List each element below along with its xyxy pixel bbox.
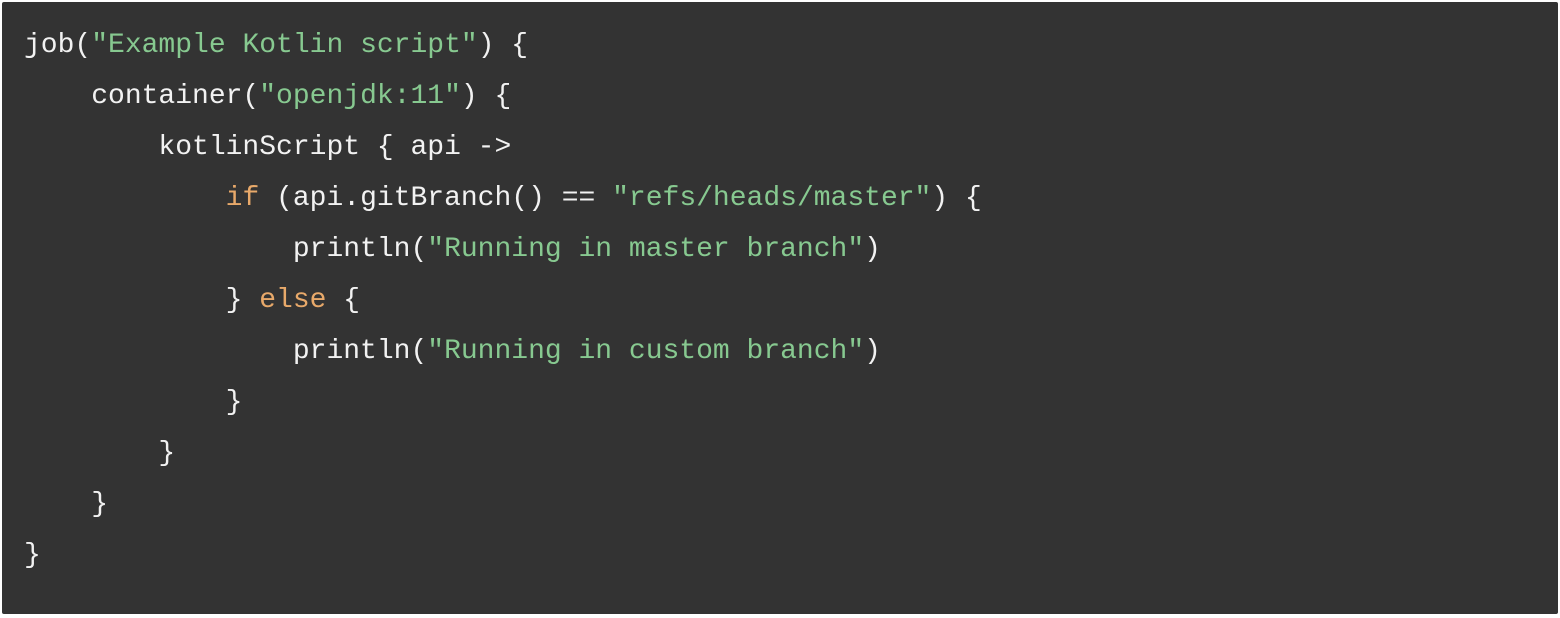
code-line-8: } bbox=[24, 387, 242, 418]
code-block: job("Example Kotlin script") { container… bbox=[2, 2, 1558, 614]
code-line-2: container("openjdk:11") { bbox=[24, 81, 511, 112]
code-line-5: println("Running in master branch") bbox=[24, 234, 881, 265]
code-line-6: } else { bbox=[24, 285, 360, 316]
code-line-10: } bbox=[24, 489, 108, 520]
code-line-4: if (api.gitBranch() == "refs/heads/maste… bbox=[24, 183, 982, 214]
code-line-9: } bbox=[24, 438, 175, 469]
code-line-7: println("Running in custom branch") bbox=[24, 336, 881, 367]
code-line-1: job("Example Kotlin script") { bbox=[24, 30, 528, 61]
code-line-3: kotlinScript { api -> bbox=[24, 132, 511, 163]
code-line-11: } bbox=[24, 540, 41, 571]
